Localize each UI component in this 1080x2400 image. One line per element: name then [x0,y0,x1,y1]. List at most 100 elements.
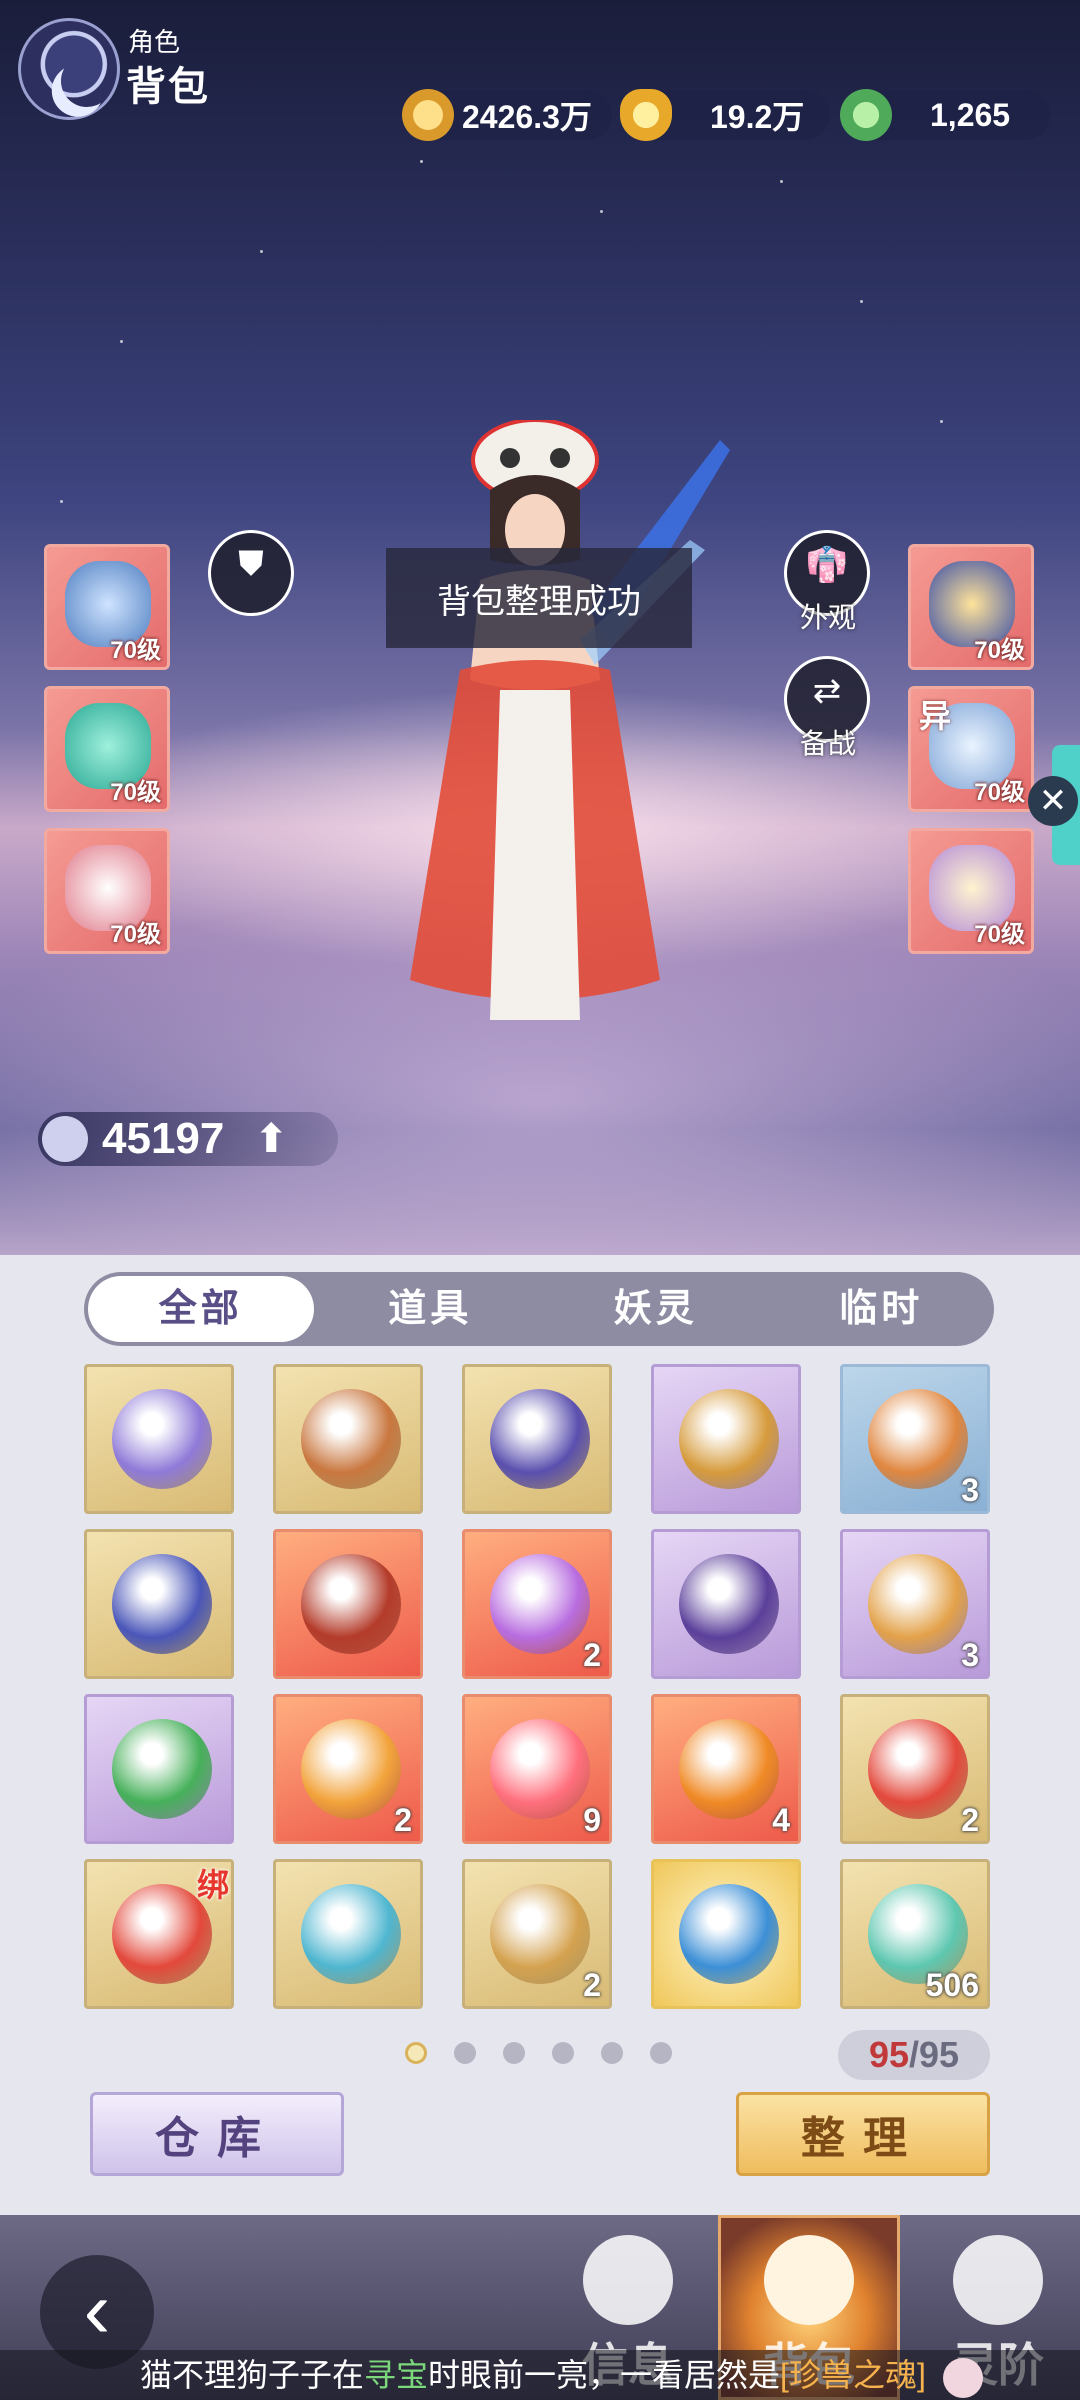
inventory-slot[interactable] [651,1364,801,1514]
category-tabs: 全部 道具 妖灵 临时 [84,1272,994,1346]
grant-card-icon [112,1719,212,1819]
ticker-mid: 时眼前一亮，一看居然是 [428,2357,781,2393]
cyan-orb-icon [301,1884,401,1984]
inventory-slot[interactable]: 3 [840,1364,990,1514]
appearance-label: 外观 [800,602,857,633]
equip-slot-weapon[interactable]: 70级 [44,544,170,670]
jewel-chest-icon [679,1554,779,1654]
inventory-slot[interactable]: 2 [462,1859,612,2009]
broadcast-ticker: 猫不理狗子子在寻宝时眼前一亮，一看居然是[珍兽之魂] [0,2350,1080,2400]
inventory-slot[interactable]: 2 [273,1694,423,1844]
fist-icon [583,2235,673,2325]
inventory-slot[interactable] [651,1859,801,2009]
page-dot[interactable] [552,2042,574,2064]
page-dot[interactable] [503,2042,525,2064]
treasure-chest-icon [301,1389,401,1489]
inventory-slot[interactable] [84,1694,234,1844]
ticker-pre: 猫不理狗子子在 [140,2357,365,2393]
currency-copper[interactable]: 2426.3万 [402,89,612,141]
item-count: 9 [583,1802,601,1838]
currency-gold-value: 19.2万 [710,99,805,135]
equip-level: 70级 [110,779,161,806]
inventory-slot[interactable] [84,1529,234,1679]
upgrade-arrow-icon: ⬆ [254,1117,288,1161]
bound-tag: 绑 [196,1867,229,1903]
currency-jade[interactable]: 1,265 [840,89,1050,141]
equip-slot-boots[interactable]: 70级 [908,828,1034,954]
equip-slot-armor[interactable]: 70级 [908,544,1034,670]
crystal-ball-icon [868,1719,968,1819]
item-count: 2 [583,1967,601,2003]
copper-coin-icon [402,89,454,141]
page-dot[interactable] [650,2042,672,2064]
inventory-slot[interactable]: 4 [651,1694,801,1844]
triple-gem-icon [679,1884,779,1984]
equip-slot-necklace[interactable]: 70级 [44,686,170,812]
page-dot[interactable] [405,2042,427,2064]
gift-box-icon [112,1554,212,1654]
item-count: 2 [394,1802,412,1838]
capacity-total: /95 [909,2034,960,2075]
flame-feather-icon [490,1719,590,1819]
inventory-slot[interactable] [84,1364,234,1514]
tab-temporary[interactable]: 临时 [769,1272,995,1346]
inventory-slot[interactable] [273,1859,423,2009]
armor-lock-button[interactable]: ⛊ [208,530,294,616]
tab-items[interactable]: 道具 [318,1272,544,1346]
fate-token-icon [868,1554,968,1654]
inventory-slot[interactable] [273,1529,423,1679]
gold-ingot-icon [620,89,672,141]
page-dot[interactable] [601,2042,623,2064]
variant-tag: 异 [919,698,952,734]
inventory-slot[interactable]: 绑 [84,1859,234,2009]
item-count: 2 [583,1637,601,1673]
back-arrow-icon: ‹ [83,2265,111,2354]
fire-amulet-icon [301,1719,401,1819]
warehouse-button[interactable]: 仓库 [90,2092,344,2176]
item-count: 3 [961,1637,979,1673]
equip-slot-ring[interactable]: 异 70级 [908,686,1034,812]
emoji-icon [942,2357,983,2398]
gold-bag-icon [679,1389,779,1489]
inventory-slot[interactable]: 2 [462,1529,612,1679]
item-count: 2 [961,1802,979,1838]
equip-level: 70级 [974,921,1025,948]
close-icon[interactable]: ✕ [1028,776,1078,826]
item-count: 506 [925,1967,979,2003]
power-icon [42,1116,88,1162]
inventory-slot[interactable]: 2 [840,1694,990,1844]
tab-all[interactable]: 全部 [88,1276,314,1342]
skill-book-icon [490,1389,590,1489]
inventory-slot[interactable]: 506 [840,1859,990,2009]
item-count: 3 [961,1472,979,1508]
beast-orb-icon [679,1719,779,1819]
currency-gold[interactable]: 19.2万 [620,89,830,141]
purple-pouch-icon [112,1389,212,1489]
clothes-icon: 👘 [805,546,849,584]
capacity-used: 95 [868,2034,909,2075]
item-count: 4 [772,1802,790,1838]
equip-slot-mask[interactable]: 70级 [44,828,170,954]
backup-label: 备战 [800,728,857,759]
tab-spirits[interactable]: 妖灵 [543,1272,769,1346]
inventory-slot[interactable]: 3 [840,1529,990,1679]
gem-pouch-icon [490,1554,590,1654]
inventory-slot[interactable]: 9 [462,1694,612,1844]
page-dot[interactable] [454,2042,476,2064]
flame-icon [953,2235,1043,2325]
jade-dragon-icon [840,89,892,141]
inventory-slot[interactable] [273,1364,423,1514]
toast-message: 背包整理成功 [386,548,692,648]
bag-capacity: 95/95 [838,2030,990,2080]
bag-icon [764,2235,854,2325]
sort-button[interactable]: 整理 [736,2092,990,2176]
avatar[interactable] [18,18,120,120]
combat-power[interactable]: 45197 ⬆ [38,1112,338,1166]
combat-power-value: 45197 [102,1114,225,1163]
inventory-slot[interactable] [462,1364,612,1514]
ticker-highlight-1: 寻宝 [364,2357,429,2393]
inventory-slot[interactable] [651,1529,801,1679]
armor-lock-icon: ⛊ [238,545,264,583]
swap-icon: ⇄ [812,672,842,710]
ticker-highlight-2: [珍兽之魂] [780,2357,926,2393]
